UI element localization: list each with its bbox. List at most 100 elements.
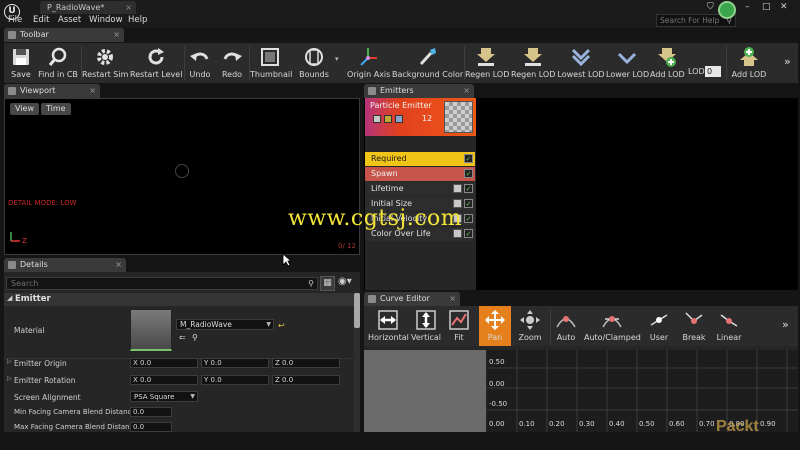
curve-tracks-list[interactable]	[364, 350, 486, 432]
details-scrollbar[interactable]	[354, 293, 360, 432]
curve-toggle-icon[interactable]: ✓	[464, 199, 473, 208]
origin-axis-button[interactable]: Origin Axis	[347, 43, 390, 83]
expand-arrow-icon[interactable]: ▷	[7, 375, 12, 382]
module-lifetime[interactable]: Lifetime ✓	[365, 182, 475, 196]
curve-toggle-icon[interactable]: ✓	[464, 184, 473, 193]
menu-asset[interactable]: Asset	[58, 15, 81, 25]
module-required[interactable]: Required ✓	[365, 152, 475, 166]
lod-value-field[interactable]: 0	[705, 66, 721, 77]
restart-level-label: Restart Level	[130, 70, 183, 79]
close-window-icon[interactable]: ✕	[780, 2, 788, 12]
view-button[interactable]: View	[10, 103, 39, 115]
time-button[interactable]: Time	[41, 103, 71, 115]
use-selected-icon[interactable]: ⇐	[179, 333, 186, 342]
origin-y-field[interactable]: Y 0.0	[201, 358, 269, 368]
close-icon[interactable]: ×	[89, 84, 96, 98]
undo-button[interactable]: Undo	[185, 43, 215, 83]
close-icon[interactable]: ×	[115, 258, 122, 272]
viewport-panel-tab[interactable]: Viewport ×	[4, 84, 100, 98]
restart-sim-button[interactable]: Restart Sim	[82, 43, 128, 83]
close-icon[interactable]: ×	[449, 292, 456, 306]
auto-clamped-button[interactable]: Auto/Clamped	[584, 306, 641, 346]
menu-help[interactable]: Help	[128, 15, 147, 25]
curve-editor-panel-tab[interactable]: Curve Editor ×	[364, 292, 460, 306]
vertical-fit-button[interactable]: Vertical	[409, 306, 443, 346]
restart-sim-label: Restart Sim	[82, 70, 129, 79]
auto-tangent-button[interactable]: Auto	[551, 306, 581, 346]
emitters-panel-tab[interactable]: Emitters ×	[364, 84, 474, 98]
thumbnail-button[interactable]: Thumbnail	[250, 43, 292, 83]
bounds-dropdown-icon[interactable]: ▾	[335, 55, 339, 63]
shield-icon[interactable]: ⛉	[707, 2, 714, 12]
close-icon[interactable]: ×	[125, 1, 132, 14]
add-lod-after-label: Add LOD	[731, 70, 767, 79]
eye-icon[interactable]: ◉▾	[338, 276, 352, 287]
min-blend-distance-label: Min Facing Camera Blend Distance	[14, 408, 136, 416]
document-tab[interactable]: P_RadioWave* ×	[40, 1, 136, 14]
emitter-mode-icon[interactable]	[395, 115, 403, 123]
toolbar-panel-tab[interactable]: Toolbar ×	[4, 28, 124, 42]
expand-arrow-icon[interactable]: ▷	[7, 358, 12, 365]
max-blend-distance-field[interactable]: 0.0	[130, 422, 172, 432]
regen-lod-button[interactable]: Regen LOD	[465, 43, 509, 83]
material-dropdown[interactable]: M_RadioWave ▼	[176, 319, 274, 330]
add-lod-button[interactable]: Add LOD	[650, 43, 685, 83]
background-color-button[interactable]: Background Color	[392, 43, 463, 83]
rotation-y-field[interactable]: Y 0.0	[201, 375, 269, 385]
source-control-status-icon[interactable]	[718, 1, 736, 19]
details-panel-tab[interactable]: Details ×	[4, 258, 126, 272]
maximize-icon[interactable]: □	[762, 2, 771, 12]
menu-window[interactable]: Window	[89, 15, 123, 25]
emitter-header[interactable]: Particle Emitter 12	[365, 98, 476, 136]
browse-icon[interactable]: ⚲	[192, 333, 198, 342]
emitter-solo-icon[interactable]	[384, 115, 392, 123]
curve-toggle-icon[interactable]: ✓	[464, 214, 473, 223]
origin-x-field[interactable]: X 0.0	[130, 358, 198, 368]
toolbar-overflow-icon[interactable]: »	[784, 55, 791, 68]
curve-toolbar-overflow-icon[interactable]: »	[782, 318, 789, 331]
menu-file[interactable]: File	[8, 15, 22, 25]
add-lod-after-button[interactable]: Add LOD	[728, 43, 770, 83]
horizontal-fit-button[interactable]: Horizontal	[368, 306, 409, 346]
pan-button[interactable]: Pan	[479, 306, 511, 346]
fit-button[interactable]: Fit	[446, 306, 472, 346]
user-tangent-button[interactable]: User	[643, 306, 675, 346]
zoom-button[interactable]: Zoom	[514, 306, 546, 346]
viewport[interactable]: View Time DETAIL MODE: LOW Z 0/ 12	[4, 98, 360, 255]
rotation-x-field[interactable]: X 0.0	[130, 375, 198, 385]
module-enable-checkbox[interactable]	[453, 184, 462, 193]
collapse-arrow-icon[interactable]: ◢	[7, 294, 12, 302]
module-spawn[interactable]: Spawn ✓	[365, 167, 475, 181]
min-blend-distance-field[interactable]: 0.0	[130, 407, 172, 417]
details-search-input[interactable]: Search ⚲	[6, 277, 318, 290]
x-tick-label: 0.30	[579, 420, 595, 428]
close-icon[interactable]: ×	[463, 84, 470, 98]
curve-toggle-icon[interactable]: ✓	[464, 154, 473, 163]
lowest-lod-button[interactable]: Lowest LOD	[557, 43, 605, 83]
emitter-section-header[interactable]: ◢ Emitter	[4, 293, 354, 306]
break-tangent-button[interactable]: Break	[678, 306, 710, 346]
details-scrollbar-thumb[interactable]	[354, 293, 360, 328]
find-in-cb-button[interactable]: Find in CB	[38, 43, 78, 83]
screen-alignment-dropdown[interactable]: PSA Square ▼	[130, 391, 198, 402]
curve-toggle-icon[interactable]: ✓	[464, 229, 473, 238]
redo-button[interactable]: Redo	[217, 43, 247, 83]
origin-z-field[interactable]: Z 0.0	[272, 358, 340, 368]
reset-arrow-icon[interactable]: ↩	[278, 321, 285, 330]
details-tab-icon	[8, 261, 16, 269]
curve-toggle-icon[interactable]: ✓	[464, 169, 473, 178]
save-button[interactable]: Save	[6, 43, 36, 83]
bounds-button[interactable]: Bounds	[294, 43, 334, 83]
menu-edit[interactable]: Edit	[33, 15, 49, 25]
material-thumbnail[interactable]	[130, 309, 172, 351]
lower-lod-button[interactable]: Lower LOD	[606, 43, 649, 83]
minimize-icon[interactable]: –	[745, 2, 750, 12]
linear-tangent-button[interactable]: Linear	[713, 306, 745, 346]
close-icon[interactable]: ×	[113, 28, 120, 42]
origin-z-value: 0.0	[282, 359, 294, 367]
view-options-icon[interactable]: ▦	[320, 276, 335, 291]
emitter-enable-checkbox[interactable]	[373, 115, 381, 123]
rotation-z-field[interactable]: Z 0.0	[272, 375, 340, 385]
restart-level-button[interactable]: Restart Level	[130, 43, 182, 83]
regen-lod-all-button[interactable]: Regen LOD	[511, 43, 555, 83]
